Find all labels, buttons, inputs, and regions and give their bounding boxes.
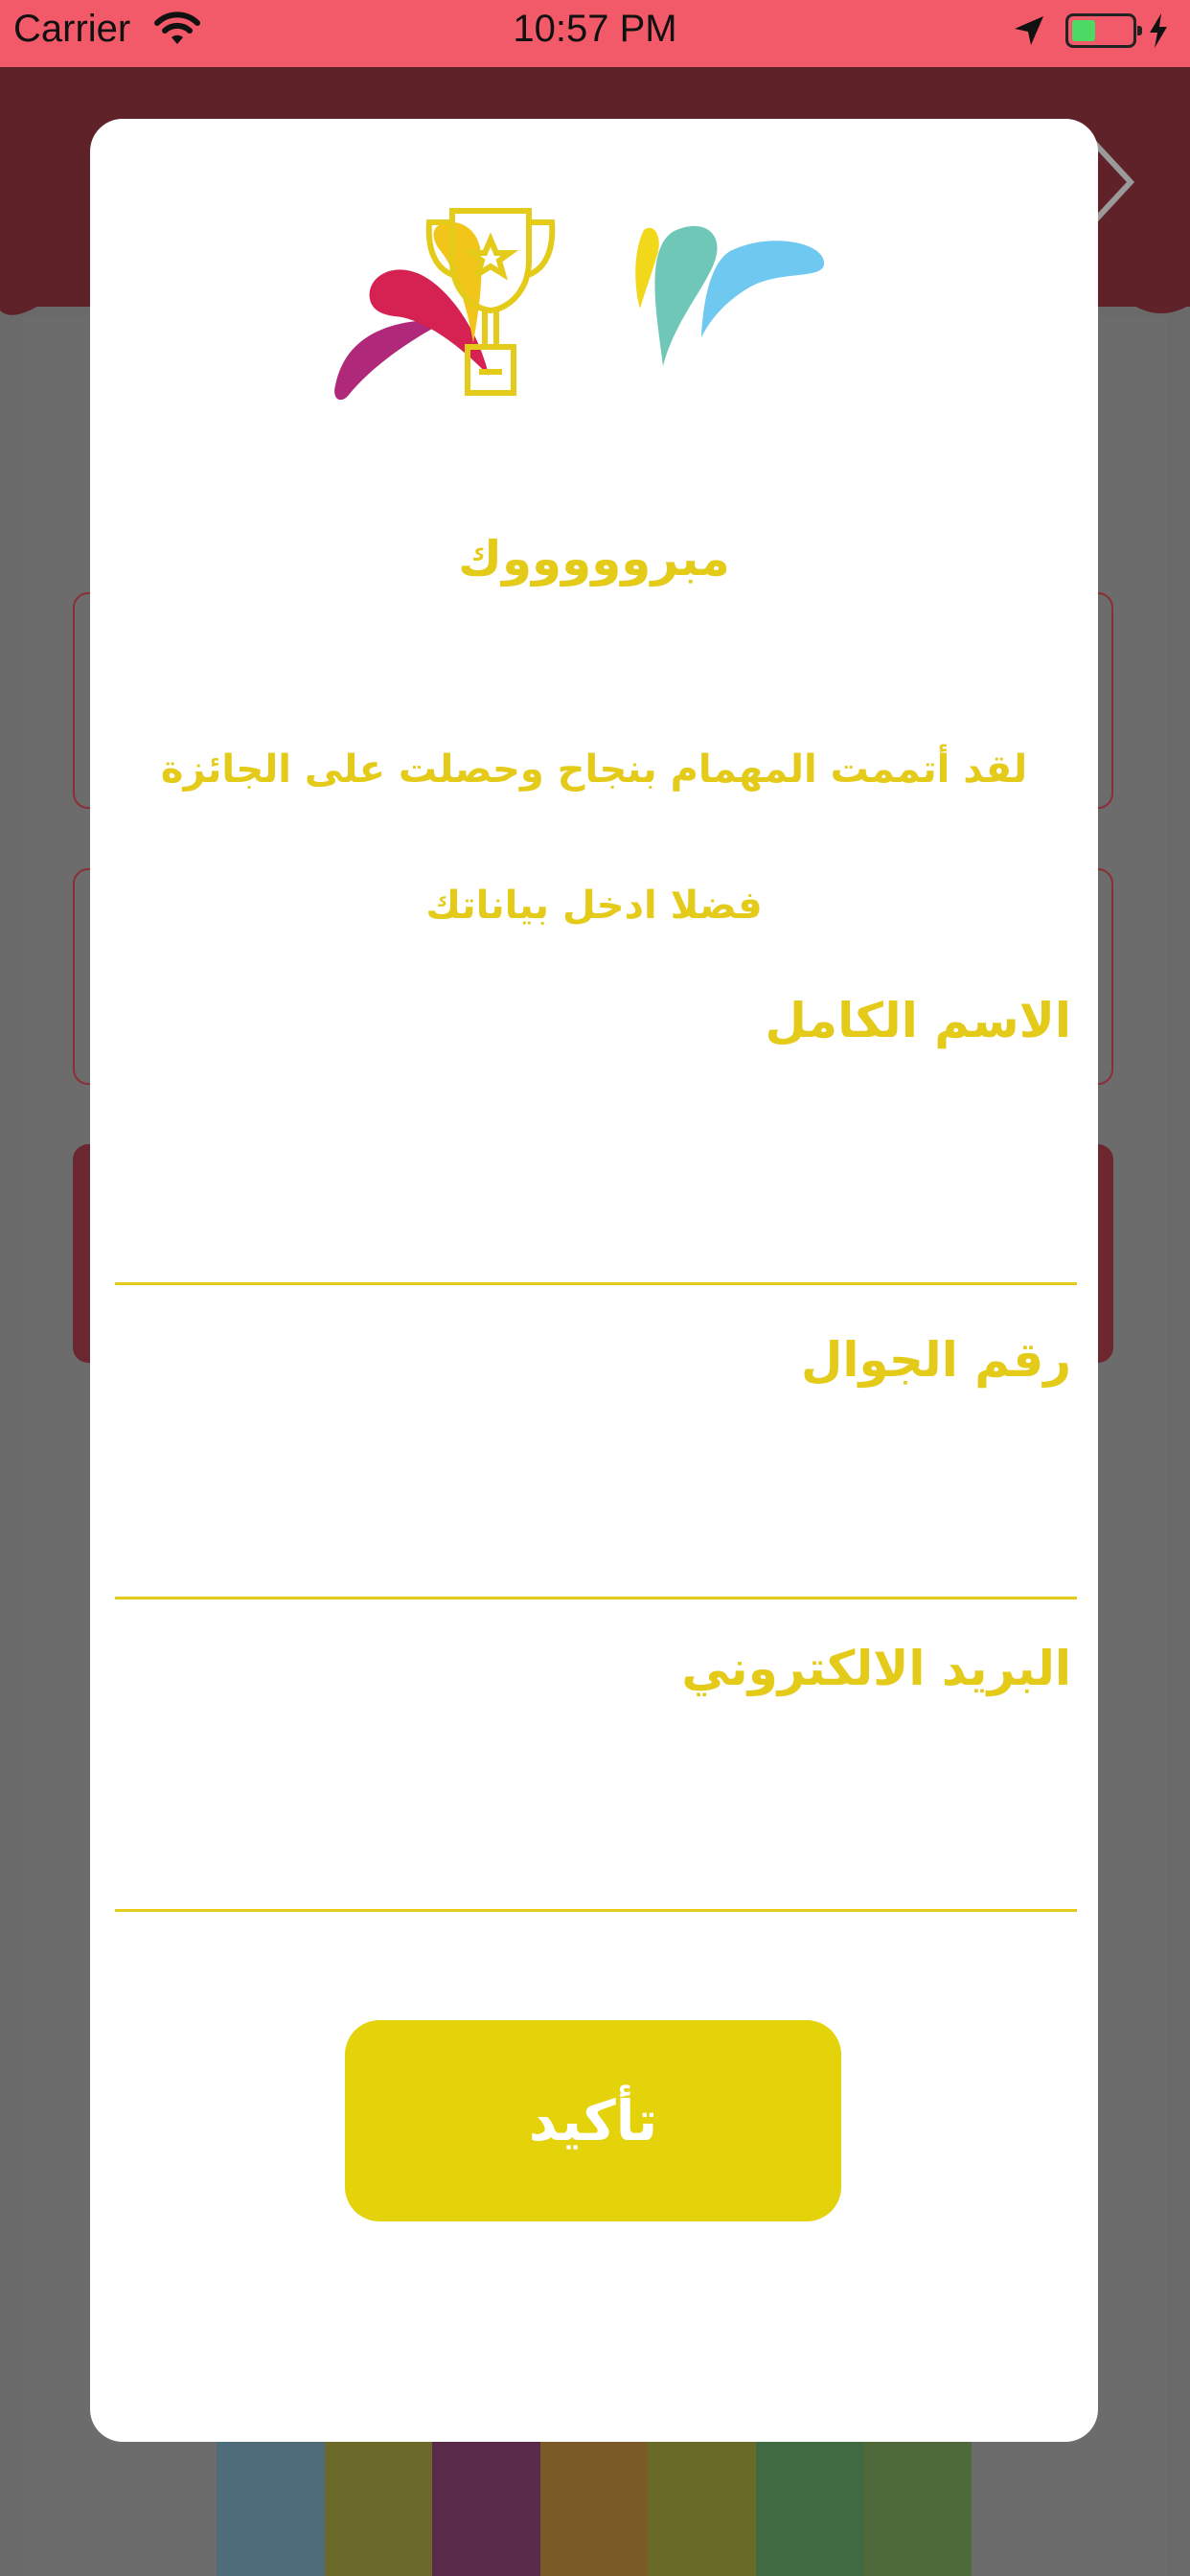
email-input[interactable] bbox=[115, 1830, 1077, 1912]
phone-label: رقم الجوال bbox=[801, 1332, 1071, 1388]
dialog-title: مبروووووك bbox=[458, 531, 730, 586]
battery-icon bbox=[1065, 13, 1142, 48]
full-name-label: الاسم الكامل bbox=[765, 993, 1071, 1048]
status-bar: Carrier 10:57 PM bbox=[0, 0, 1190, 67]
trophy-celebration-icon bbox=[334, 208, 825, 401]
charging-bolt-icon bbox=[1148, 12, 1169, 54]
confirm-button[interactable]: تأكيد bbox=[345, 2020, 841, 2221]
full-name-input[interactable] bbox=[115, 1204, 1077, 1285]
prize-dialog: مبروووووك لقد أتممت المهمام بنجاح وحصلت … bbox=[90, 119, 1098, 2442]
dialog-message: لقد أتممت المهمام بنجاح وحصلت على الجائز… bbox=[160, 748, 1028, 928]
phone-input[interactable] bbox=[115, 1518, 1077, 1599]
email-label: البريد الالكتروني bbox=[681, 1641, 1071, 1696]
location-arrow-icon bbox=[1012, 13, 1046, 52]
